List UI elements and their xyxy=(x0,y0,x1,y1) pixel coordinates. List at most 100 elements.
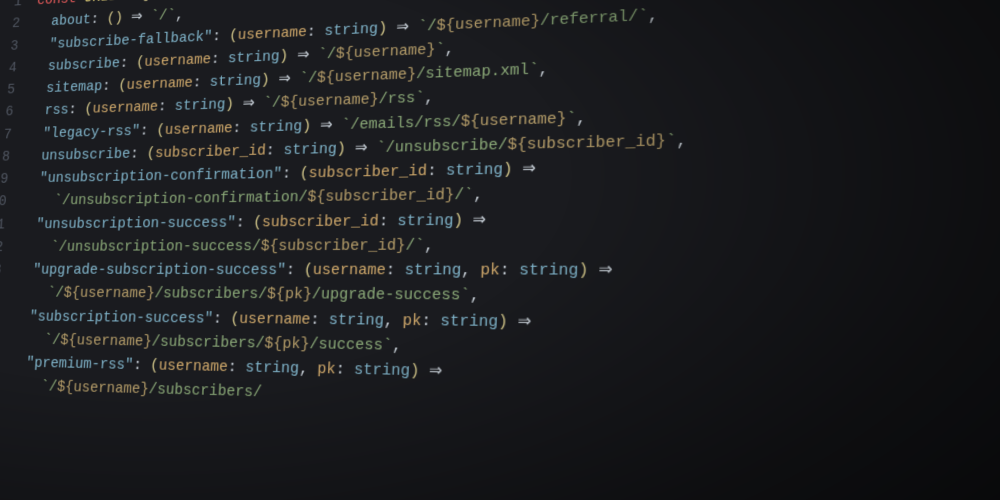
token-ti: ${ xyxy=(335,45,354,63)
token-id: username xyxy=(237,23,307,43)
token-tpl: ` xyxy=(666,132,677,151)
token-pun: , xyxy=(299,360,318,379)
token-ti: ${ xyxy=(260,237,279,255)
token-ty: string xyxy=(324,20,378,40)
token-pun: , xyxy=(576,109,586,128)
token-tpl: /referral/` xyxy=(540,6,648,29)
token-pun: ⇒ xyxy=(278,71,291,89)
token-ti: username xyxy=(479,110,557,130)
token-ty: string xyxy=(174,96,226,115)
token-ti: subscriber_id xyxy=(527,132,656,154)
token-prop: unsubscribe xyxy=(41,146,131,165)
token-str: "unsubscription-success" xyxy=(36,214,237,233)
token-ti: ${ xyxy=(267,286,286,304)
token-pun: : xyxy=(133,357,151,375)
line-number: 8 xyxy=(0,145,26,168)
token-pun: : xyxy=(212,27,230,45)
line-number: 3 xyxy=(0,34,35,58)
token-ti: username xyxy=(73,379,141,398)
indent xyxy=(30,80,47,97)
indent xyxy=(35,14,52,31)
token-ti: pk xyxy=(282,335,301,353)
token-id: username xyxy=(312,261,386,279)
indent xyxy=(27,125,44,142)
token-pun: : xyxy=(232,119,250,137)
code-content[interactable]: `/${username}/subscribers/ xyxy=(8,375,263,406)
token-ti: ${ xyxy=(56,379,74,397)
token-tpl: `/ xyxy=(44,331,61,348)
token-tpl: `/ xyxy=(40,378,58,396)
token-id: subscriber_id xyxy=(308,162,427,182)
token-pun: : xyxy=(227,358,246,376)
token-pun: : xyxy=(286,262,305,280)
token-tpl: `/` xyxy=(150,7,176,25)
token-pun: , xyxy=(424,89,434,107)
indent xyxy=(23,170,40,187)
token-ti: username xyxy=(353,41,426,62)
token-tpl: `/ xyxy=(318,45,337,63)
token-pun: : xyxy=(378,212,397,230)
token-tpl: `/unsubscription-confirmation/ xyxy=(53,189,307,210)
token-ti: ${ xyxy=(280,94,298,112)
token-tpl: /subscribers/ xyxy=(148,381,262,402)
token-tpl: `/emails/rss/ xyxy=(341,113,461,134)
token-pun: , xyxy=(392,336,402,355)
indent xyxy=(8,378,42,396)
line-number: 7 xyxy=(0,123,28,146)
token-pun: ⇒ xyxy=(517,312,531,331)
indent xyxy=(10,354,27,371)
indent xyxy=(18,239,51,256)
token-pun: : xyxy=(158,98,176,115)
token-pun: , xyxy=(383,311,402,330)
token-pun: : xyxy=(265,142,283,160)
token-pun: , xyxy=(175,7,184,24)
token-prop: rss xyxy=(44,102,69,119)
token-id: username xyxy=(158,357,228,376)
token-prop: sitemap xyxy=(46,78,103,97)
code-content[interactable]: "unsubscription-success": (subscriber_id… xyxy=(20,208,487,236)
token-id: pk xyxy=(480,261,500,280)
token-pun: ⇒ xyxy=(522,160,536,179)
code-editor[interactable]: 1const URLS = {2 about: () ⇒ `/`,3 "subs… xyxy=(0,0,1000,436)
line-number: 4 xyxy=(0,56,33,80)
token-tpl: /rss` xyxy=(378,90,425,109)
line-number: 9 xyxy=(0,168,25,191)
token-pun: : xyxy=(427,162,446,180)
code-content[interactable]: "upgrade-subscription-success": (usernam… xyxy=(16,258,613,284)
token-kw: const xyxy=(37,0,85,9)
token-str: "unsubscription-confirmation" xyxy=(39,165,282,187)
token-id: username xyxy=(239,310,311,329)
token-ti: ${ xyxy=(307,189,326,207)
token-ty: string xyxy=(397,211,454,230)
token-pun: : xyxy=(102,78,119,95)
code-content[interactable]: `/unsubscription-success/${subscriber_id… xyxy=(18,233,434,259)
token-pun: , xyxy=(445,40,455,58)
line-number: 12 xyxy=(0,236,20,259)
token-tpl: /subscribers/ xyxy=(151,333,265,353)
line-number: 10 xyxy=(0,190,23,213)
token-str: "upgrade-subscription-success" xyxy=(32,262,286,280)
token-ti: ${ xyxy=(60,332,78,349)
indent xyxy=(28,103,45,120)
token-tpl: `/ xyxy=(263,95,281,113)
token-tpl: /success` xyxy=(309,335,393,355)
line-number: 5 xyxy=(0,78,31,102)
token-ti: pk xyxy=(284,286,303,304)
token-pun: ⇒ xyxy=(396,18,409,36)
token-ti: ${ xyxy=(264,335,283,353)
token-pun: , xyxy=(424,236,434,254)
token-pun: : xyxy=(335,361,354,380)
token-tpl: `/ xyxy=(299,70,317,88)
token-str: "premium-rss" xyxy=(26,355,134,375)
token-pun: : xyxy=(282,165,301,183)
token-pun: , xyxy=(676,131,687,150)
token-pun: ⇒ xyxy=(429,362,443,381)
token-str: "legacy-rss" xyxy=(42,122,140,141)
token-pun: : xyxy=(213,310,231,328)
indent xyxy=(11,331,44,349)
token-tpl: `/unsubscribe/ xyxy=(376,136,508,157)
token-tpl: `/ xyxy=(47,285,64,302)
token-pun: , xyxy=(648,6,658,25)
indent xyxy=(17,262,34,279)
token-ty: string xyxy=(245,359,300,378)
